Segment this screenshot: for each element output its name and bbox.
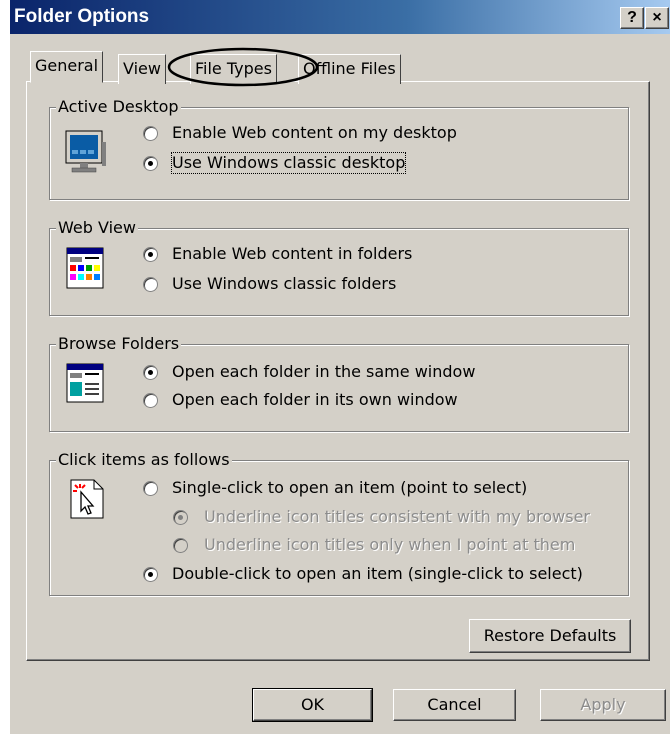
folder-options-window: Folder Options ? × General View File Typ… xyxy=(10,0,670,734)
pointer-click-icon xyxy=(70,479,104,519)
browse-folders-title: Browse Folders xyxy=(56,334,182,354)
underline-browser-radio[interactable] xyxy=(173,510,188,525)
own-window-radio[interactable] xyxy=(143,393,158,408)
underline-point-radio[interactable] xyxy=(173,538,188,553)
tab-view[interactable]: View xyxy=(118,54,166,84)
apply-button[interactable]: Apply xyxy=(540,689,666,721)
single-click-label[interactable]: Single-click to open an item (point to s… xyxy=(172,478,527,498)
double-click-label[interactable]: Double-click to open an item (single-cli… xyxy=(172,564,583,584)
tab-view-label: View xyxy=(123,59,161,78)
web-view-group: Web View Enable Web content in folders U… xyxy=(49,218,629,316)
same-window-radio[interactable] xyxy=(143,365,158,380)
browse-folders-group: Browse Folders Open each folder in the s… xyxy=(49,334,629,432)
single-click-radio[interactable] xyxy=(143,481,158,496)
underline-browser-label[interactable]: Underline icon titles consistent with my… xyxy=(204,507,590,527)
enable-web-folders-radio[interactable] xyxy=(143,247,158,262)
classic-desktop-radio[interactable] xyxy=(143,156,158,171)
browse-folder-window-icon xyxy=(66,363,104,403)
restore-defaults-button[interactable]: Restore Defaults xyxy=(469,619,631,653)
ok-button[interactable]: OK xyxy=(252,688,373,722)
classic-folders-label[interactable]: Use Windows classic folders xyxy=(172,274,396,294)
desktop-icon xyxy=(65,130,106,173)
close-button[interactable]: × xyxy=(645,7,669,29)
web-view-title: Web View xyxy=(56,218,138,238)
classic-desktop-label[interactable]: Use Windows classic desktop xyxy=(170,152,407,174)
underline-point-label[interactable]: Underline icon titles only when I point … xyxy=(204,535,575,555)
classic-folders-radio[interactable] xyxy=(143,277,158,292)
enable-web-desktop-label[interactable]: Enable Web content on my desktop xyxy=(172,123,457,143)
enable-web-folders-label[interactable]: Enable Web content in folders xyxy=(172,244,412,264)
tab-panel-general: Active Desktop Enable Web content on my … xyxy=(26,81,650,661)
tab-general-label: General xyxy=(35,56,99,75)
click-items-title: Click items as follows xyxy=(56,450,232,470)
tab-general[interactable]: General xyxy=(30,51,104,83)
title-bar[interactable]: Folder Options ? × xyxy=(10,0,670,34)
cancel-button[interactable]: Cancel xyxy=(393,689,516,721)
own-window-label[interactable]: Open each folder in its own window xyxy=(172,390,458,410)
enable-web-desktop-radio[interactable] xyxy=(143,126,158,141)
double-click-radio[interactable] xyxy=(143,567,158,582)
active-desktop-group: Active Desktop Enable Web content on my … xyxy=(49,97,629,200)
window-title: Folder Options xyxy=(14,6,150,27)
highlight-ellipse-annotation xyxy=(167,47,319,87)
web-view-folder-icon xyxy=(66,247,104,289)
click-items-group: Click items as follows Single-click to o… xyxy=(49,450,629,596)
active-desktop-title: Active Desktop xyxy=(56,97,181,117)
help-button[interactable]: ? xyxy=(620,7,644,29)
same-window-label[interactable]: Open each folder in the same window xyxy=(172,362,475,382)
